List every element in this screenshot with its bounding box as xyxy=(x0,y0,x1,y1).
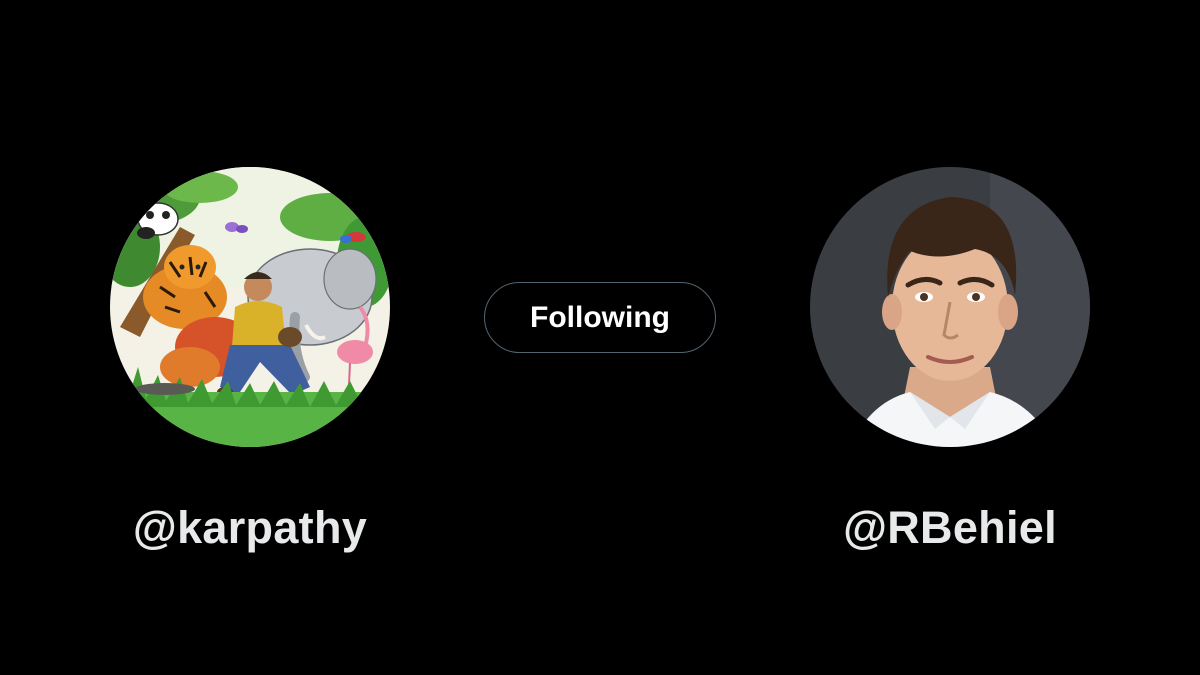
portrait-photo xyxy=(810,167,1090,447)
karpathy-avatar[interactable] xyxy=(110,167,390,447)
rbehiel-handle[interactable]: @RBehiel xyxy=(750,500,1150,556)
following-button[interactable]: Following xyxy=(484,282,716,353)
rbehiel-avatar[interactable] xyxy=(810,167,1090,447)
following-card: Following @karpathy @RBehiel xyxy=(0,0,1200,675)
karpathy-handle[interactable]: @karpathy xyxy=(50,500,450,556)
jungle-illustration xyxy=(110,167,390,447)
